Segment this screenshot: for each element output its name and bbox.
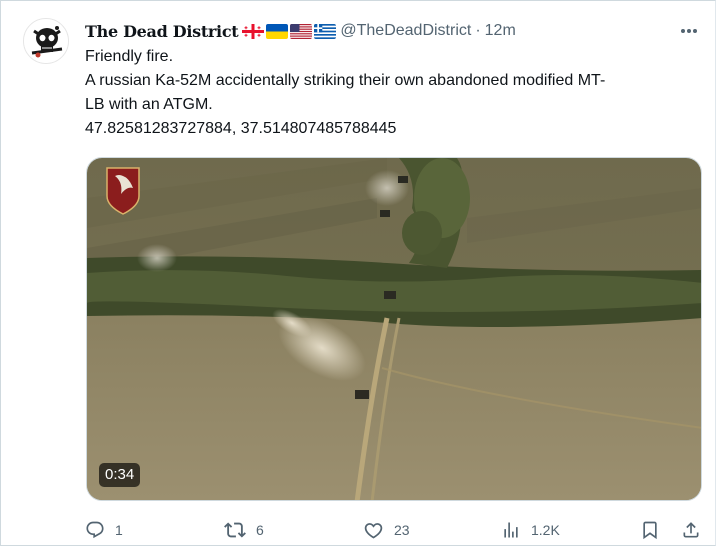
- ukraine-flag-icon: [266, 23, 289, 39]
- skull-logo-icon: [24, 19, 68, 63]
- flag-emojis: [242, 23, 337, 39]
- display-name[interactable]: The Dead District: [85, 22, 239, 41]
- user-handle[interactable]: @TheDeadDistrict: [340, 22, 471, 40]
- avatar[interactable]: [23, 18, 69, 64]
- repost-icon: [224, 522, 246, 538]
- repost-count: 6: [256, 522, 264, 538]
- bookmark-icon: [643, 521, 657, 540]
- share-button[interactable]: [681, 515, 701, 545]
- more-dots-icon: [681, 29, 697, 33]
- tweet-text-line: A russian Ka-52M accidentally striking t…: [85, 72, 606, 89]
- more-options-button[interactable]: [677, 21, 701, 41]
- video-thumbnail: [87, 158, 701, 500]
- like-button[interactable]: 23: [363, 515, 410, 545]
- tweet-header: The Dead District @TheDeadDistrict · 12m: [85, 19, 516, 43]
- heart-icon: [364, 522, 383, 539]
- repost-button[interactable]: 6: [224, 515, 264, 545]
- greece-flag-icon: [314, 23, 337, 39]
- views-button[interactable]: 1.2K: [501, 515, 560, 545]
- video-player[interactable]: [86, 157, 702, 501]
- tweet-card[interactable]: The Dead District @TheDeadDistrict · 12m…: [0, 0, 716, 546]
- timestamp[interactable]: 12m: [485, 22, 516, 40]
- reply-icon: [86, 521, 104, 539]
- action-bar: 1 6 23 1.2K: [85, 515, 705, 545]
- video-duration-badge: 0:34: [99, 463, 141, 487]
- tweet-text-line: 47.82581283727884, 37.514807485788445: [85, 120, 397, 137]
- tweet-text-line: Friendly fire.: [85, 48, 174, 65]
- georgia-flag-icon: [242, 23, 265, 39]
- view-count: 1.2K: [531, 522, 560, 538]
- reply-button[interactable]: 1: [85, 515, 123, 545]
- bookmark-button[interactable]: [640, 515, 660, 545]
- like-count: 23: [394, 522, 410, 538]
- reply-count: 1: [115, 522, 123, 538]
- analytics-icon: [504, 522, 518, 538]
- separator-dot: ·: [475, 22, 481, 39]
- usa-flag-icon: [290, 23, 313, 39]
- tweet-text: Friendly fire. A russian Ka-52M accident…: [85, 45, 705, 141]
- tweet-text-line: LB with an ATGM.: [85, 96, 213, 113]
- unit-emblem-icon: [106, 167, 140, 215]
- share-icon: [683, 522, 699, 538]
